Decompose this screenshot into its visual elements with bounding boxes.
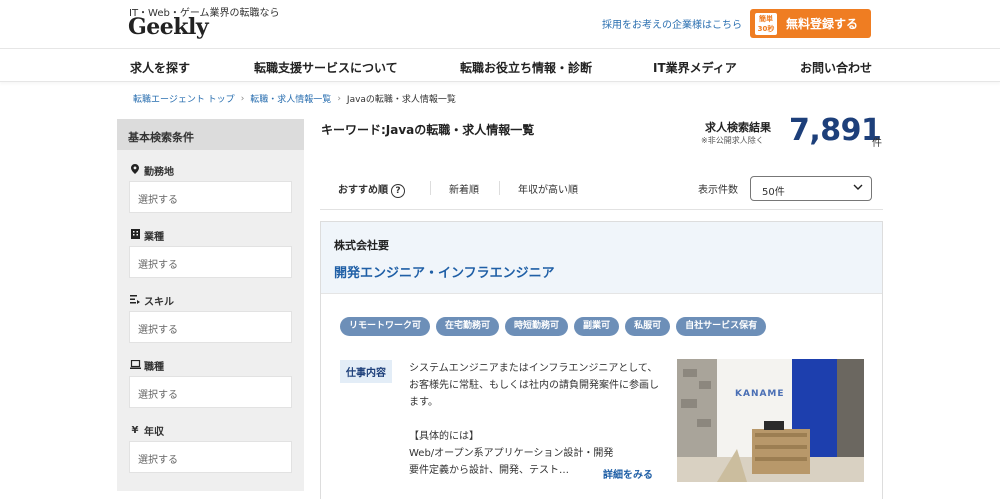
sort-salary[interactable]: 年収が高い順	[518, 181, 578, 196]
result-count: 7,891	[789, 113, 882, 148]
map-pin-icon	[130, 164, 140, 177]
sort-recommended[interactable]: おすすめ順?	[338, 181, 405, 198]
filter-label: 勤務地	[144, 167, 174, 178]
yen-icon: ¥	[131, 425, 139, 436]
sidebar-title: 基本検索条件	[117, 119, 304, 150]
per-page-label: 表示件数	[698, 185, 738, 196]
register-badge: 簡単 30秒	[755, 12, 777, 35]
breadcrumb-top[interactable]: 転職エージェント トップ	[133, 92, 235, 105]
job-tag: 私服可	[625, 317, 671, 336]
industry-select[interactable]: 選択する	[129, 246, 292, 278]
site-logo[interactable]: Geekly	[128, 14, 209, 40]
chevron-down-icon	[853, 182, 863, 191]
nav-item-career-info[interactable]: 転職お役立ち情報・診断	[460, 59, 592, 76]
filter-label: 業種	[144, 232, 164, 243]
chevron-right-icon: ›	[240, 93, 245, 104]
result-label: 求人検索結果	[705, 121, 771, 134]
occupation-select[interactable]: 選択する	[129, 376, 292, 408]
building-icon	[130, 229, 140, 242]
job-card-header: 株式会社要 開発エンジニア・インフラエンジニア	[321, 222, 882, 294]
breadcrumb: 転職エージェント トップ › 転職・求人情報一覧 › Javaの転職・求人情報一…	[133, 92, 456, 106]
keyword-title: キーワード:Javaの転職・求人情報一覧	[321, 123, 535, 137]
global-nav: 求人を探す 転職支援サービスについて 転職お役立ち情報・診断 IT業界メディア …	[0, 48, 1000, 82]
office-photo: KANAME	[677, 359, 864, 482]
nav-item-it-media[interactable]: IT業界メディア	[653, 59, 737, 76]
sort-bar: おすすめ順? 新着順 年収が高い順 表示件数 50件	[320, 168, 883, 210]
per-page-select[interactable]: 50件	[750, 176, 872, 201]
nav-item-service[interactable]: 転職支援サービスについて	[254, 59, 398, 76]
result-unit: 件	[872, 138, 882, 149]
job-tag: 時短勤務可	[505, 317, 569, 336]
search-filters-sidebar: 基本検索条件 勤務地 選択する 業種 選択する スキル 選択する 職種 選択する…	[117, 119, 304, 491]
filter-label: スキル	[144, 297, 174, 308]
breadcrumb-current: Javaの転職・求人情報一覧	[346, 95, 456, 105]
corporate-link[interactable]: 採用をお考えの企業様はこちら	[602, 16, 742, 31]
laptop-icon	[130, 359, 141, 372]
register-label: 無料登録する	[786, 17, 859, 31]
nav-item-contact[interactable]: お問い合わせ	[800, 59, 872, 76]
details-link[interactable]: 詳細をみる	[603, 466, 653, 481]
job-tag: 副業可	[574, 317, 620, 336]
result-note: ※非公開求人除く	[701, 136, 764, 145]
free-register-button[interactable]: 簡単 30秒 無料登録する	[750, 9, 871, 38]
job-card: 株式会社要 開発エンジニア・インフラエンジニア リモートワーク可 在宅勤務可 時…	[320, 221, 883, 499]
salary-select[interactable]: 選択する	[129, 441, 292, 473]
duty-label: 仕事内容	[340, 360, 392, 383]
nav-item-job-search[interactable]: 求人を探す	[130, 59, 190, 76]
sort-divider	[430, 181, 431, 195]
location-select[interactable]: 選択する	[129, 181, 292, 213]
sort-newest[interactable]: 新着順	[449, 181, 479, 196]
office-sign: KANAME	[735, 389, 785, 399]
chevron-right-icon: ›	[337, 93, 341, 104]
list-icon	[130, 294, 140, 307]
site-header: IT・Web・ゲーム業界の転職なら Geekly 採用をお考えの企業様はこちら …	[0, 0, 1000, 48]
filter-label: 職種	[144, 362, 164, 373]
job-tag: 自社サービス保有	[676, 317, 767, 336]
filter-label: 年収	[144, 427, 164, 438]
company-name: 株式会社要	[334, 239, 389, 252]
skill-select[interactable]: 選択する	[129, 311, 292, 343]
job-tags: リモートワーク可 在宅勤務可 時短勤務可 副業可 私服可 自社サービス保有	[340, 317, 767, 336]
job-title-link[interactable]: 開発エンジニア・インフラエンジニア	[334, 262, 555, 281]
breadcrumb-job-list[interactable]: 転職・求人情報一覧	[250, 92, 331, 105]
job-description: システムエンジニアまたはインフラエンジニアとして、お客様先に常駐、もしくは社内の…	[409, 363, 659, 476]
job-tag: リモートワーク可	[340, 317, 431, 336]
job-tag: 在宅勤務可	[436, 317, 500, 336]
sort-divider	[499, 181, 500, 195]
help-icon[interactable]: ?	[391, 184, 405, 198]
